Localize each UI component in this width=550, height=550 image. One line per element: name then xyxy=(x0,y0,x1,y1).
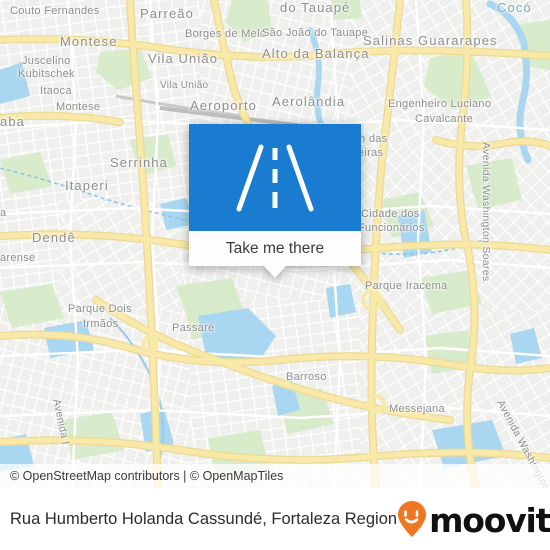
take-me-there-callout[interactable]: Take me there xyxy=(189,124,361,278)
moovit-map-screenshot: Couto Fernandes Parreão do Tauapé Cocó Monte… xyxy=(0,0,550,550)
moovit-wordmark: moovit xyxy=(429,500,550,540)
attribution-text: © OpenStreetMap contributors | © OpenMap… xyxy=(10,469,284,483)
road-perspective-icon xyxy=(236,144,314,211)
moovit-logo[interactable]: moovit xyxy=(397,500,550,538)
map-attribution: © OpenStreetMap contributors | © OpenMap… xyxy=(0,464,550,488)
moovit-pin-icon xyxy=(398,501,427,537)
take-me-there-button[interactable]: Take me there xyxy=(189,231,361,278)
take-me-there-label: Take me there xyxy=(225,239,325,257)
callout-pointer-tail xyxy=(264,266,286,278)
location-title: Rua Humberto Holanda Cassundé, Fortaleza… xyxy=(10,509,398,528)
map-viewport[interactable]: Couto Fernandes Parreão do Tauapé Cocó Monte… xyxy=(0,0,550,488)
footer-bar: Rua Humberto Holanda Cassundé, Fortaleza… xyxy=(0,488,550,550)
callout-image-header xyxy=(189,124,361,231)
